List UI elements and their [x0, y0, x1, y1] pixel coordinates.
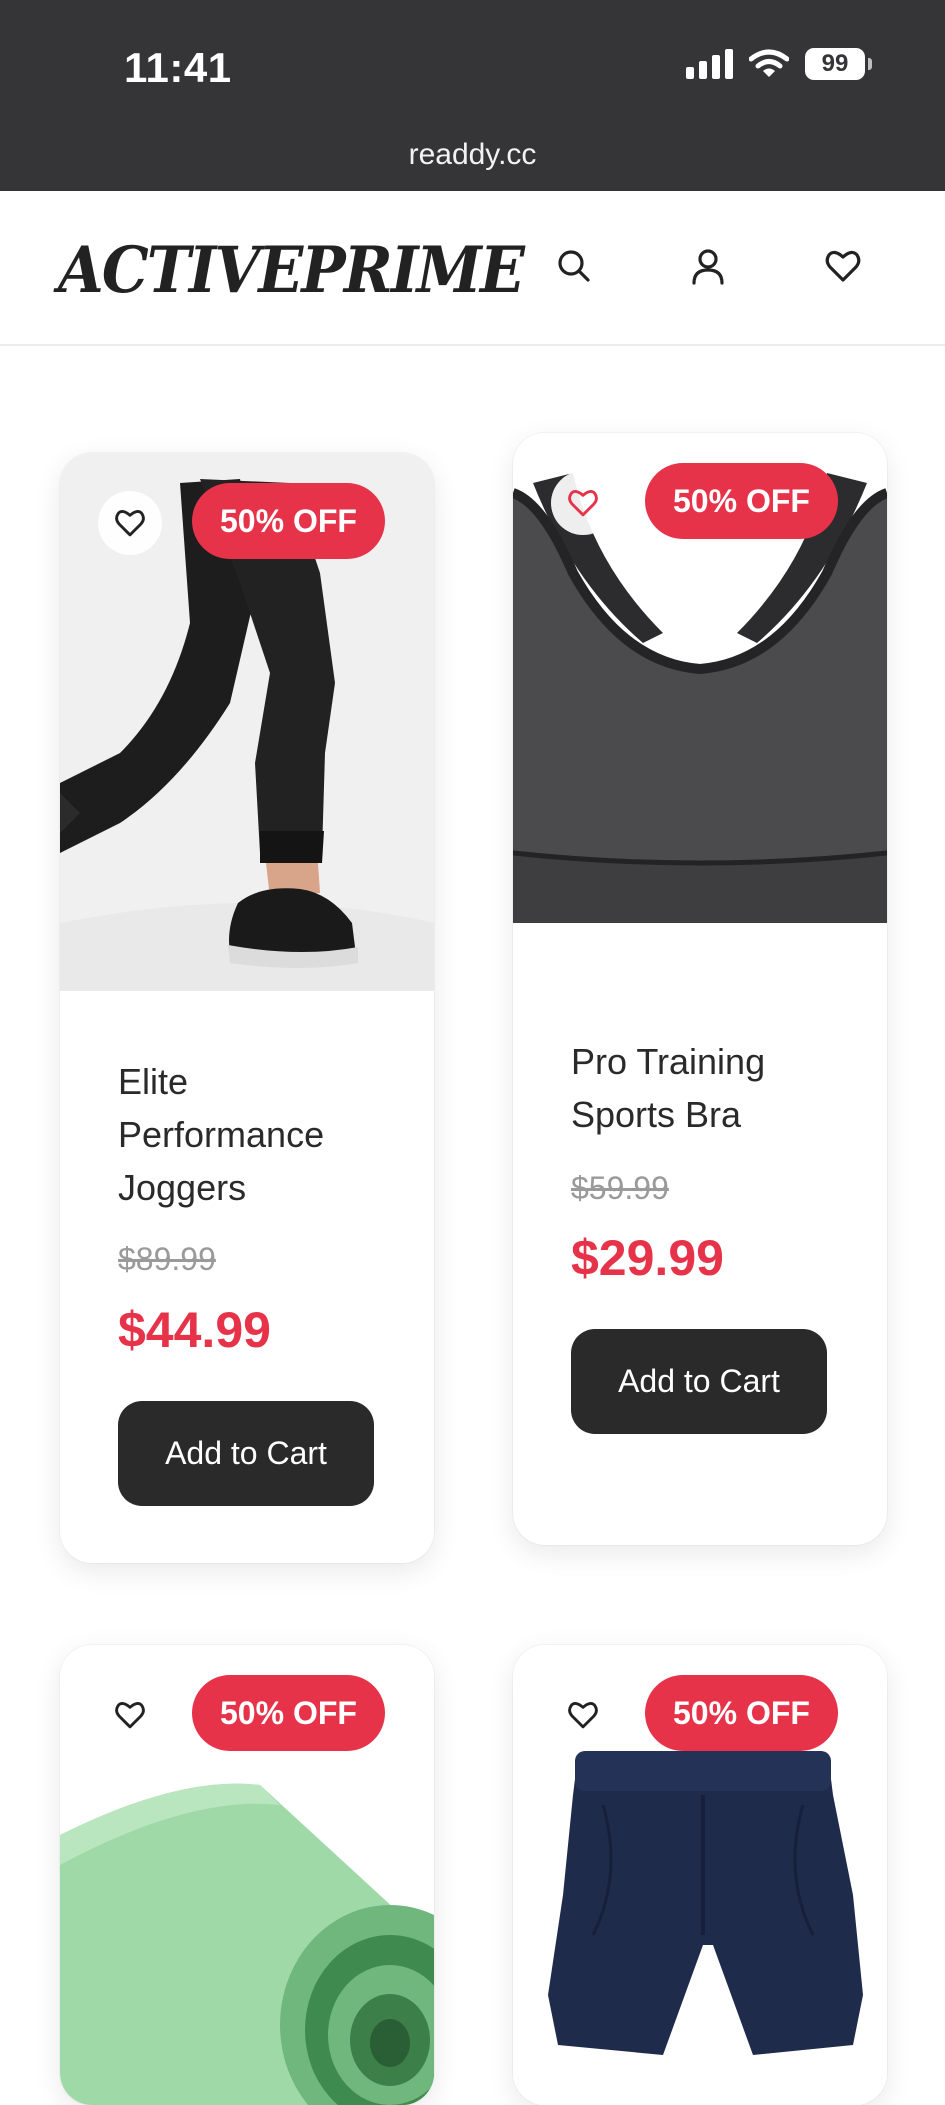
- favorite-button[interactable]: [98, 491, 162, 555]
- original-price: $59.99: [571, 1170, 669, 1206]
- original-price: $89.99: [118, 1241, 216, 1277]
- status-icons: 99: [686, 48, 872, 80]
- product-name[interactable]: Pro Training Sports Bra: [571, 1035, 851, 1141]
- wifi-icon: [749, 49, 789, 77]
- heart-outline-icon: [568, 1702, 598, 1729]
- search-icon[interactable]: [554, 246, 594, 286]
- product-name[interactable]: Elite Performance Joggers: [118, 1055, 398, 1214]
- product-card[interactable]: 50% OFF: [60, 1645, 434, 2105]
- sale-price: $44.99: [118, 1302, 271, 1358]
- product-card[interactable]: 50% OFF Pro Training Sports Bra $59.99 $…: [513, 433, 887, 1545]
- product-card[interactable]: 50% OFF: [513, 1645, 887, 2105]
- user-icon[interactable]: [688, 246, 728, 286]
- heart-outline-icon: [115, 1702, 145, 1729]
- heart-outline-icon: [115, 510, 145, 537]
- site-header: ACTIVEPRIME: [0, 191, 945, 346]
- favorite-button[interactable]: [551, 471, 615, 535]
- discount-badge: 50% OFF: [645, 463, 838, 539]
- brand-logo[interactable]: ACTIVEPRIME: [58, 233, 525, 308]
- discount-badge: 50% OFF: [645, 1675, 838, 1751]
- add-to-cart-button[interactable]: Add to Cart: [571, 1329, 827, 1434]
- url-label[interactable]: readdy.cc: [0, 138, 945, 172]
- status-bar: 11:41 99 readdy.cc: [0, 0, 945, 191]
- discount-badge: 50% OFF: [192, 483, 385, 559]
- heart-icon[interactable]: [823, 246, 863, 286]
- favorite-button[interactable]: [551, 1683, 615, 1747]
- discount-badge: 50% OFF: [192, 1675, 385, 1751]
- signal-icon: [686, 49, 733, 79]
- favorite-button[interactable]: [98, 1683, 162, 1747]
- heart-filled-icon: [568, 490, 598, 517]
- status-time: 11:41: [124, 44, 232, 91]
- battery-icon: 99: [805, 48, 872, 80]
- product-card[interactable]: 50% OFF Elite Performance Joggers $89.99…: [60, 453, 434, 1563]
- sale-price: $29.99: [571, 1230, 724, 1286]
- add-to-cart-button[interactable]: Add to Cart: [118, 1401, 374, 1506]
